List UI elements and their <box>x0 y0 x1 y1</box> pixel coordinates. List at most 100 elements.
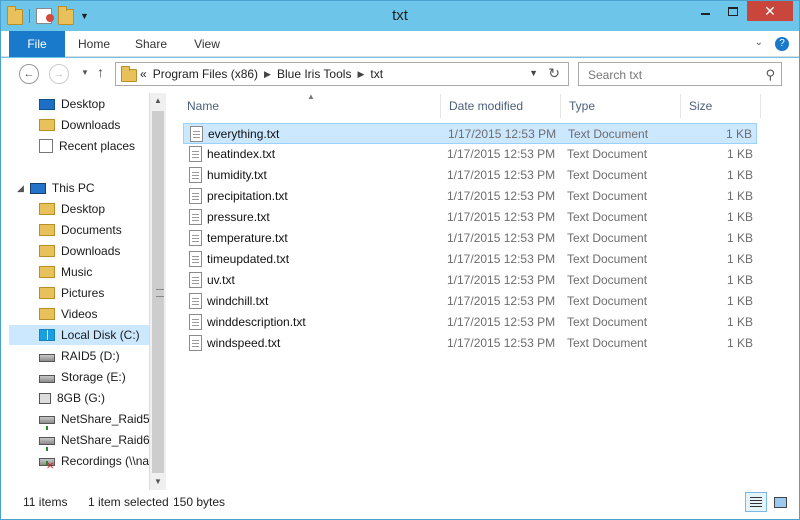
title-bar: ▼ txt ✕ <box>1 1 799 31</box>
usb-drive-icon <box>39 392 51 404</box>
text-file-icon <box>189 209 202 225</box>
sidebar-item-pc-desktop[interactable]: Desktop <box>39 199 105 219</box>
chevron-down-icon[interactable]: ◢ <box>17 183 24 194</box>
column-header-size[interactable]: Size <box>681 94 761 118</box>
file-name: timeupdated.txt <box>207 252 290 266</box>
folder-icon <box>39 203 55 215</box>
main-content: Desktop Downloads Recent places ◢ This P… <box>1 90 799 490</box>
navigation-pane-scrollbar[interactable]: ▲ ▼ <box>149 93 166 490</box>
chevron-right-icon[interactable]: ▶ <box>357 69 364 80</box>
tab-share[interactable]: Share <box>127 31 175 57</box>
file-row[interactable]: winddescription.txt 1/17/2015 12:53 PM Tex… <box>183 312 757 333</box>
windows-drive-icon <box>39 329 55 341</box>
scrollbar-grip-icon <box>156 289 164 297</box>
file-row[interactable]: uv.txt 1/17/2015 12:53 PM Text Document 1 K… <box>183 270 757 291</box>
file-size: 1 KB <box>726 252 753 266</box>
sidebar-item-label: This PC <box>51 181 95 195</box>
file-name: windchill.txt <box>207 294 269 308</box>
recent-locations-dropdown-icon[interactable]: ▼ <box>75 64 95 84</box>
sidebar-item-videos[interactable]: Videos <box>39 304 97 324</box>
tab-view[interactable]: View <box>185 31 229 57</box>
details-view-button[interactable] <box>745 492 767 512</box>
tab-home[interactable]: Home <box>71 31 117 57</box>
file-size: 1 KB <box>726 294 753 308</box>
sidebar-item-pictures[interactable]: Pictures <box>39 283 104 303</box>
minimize-button[interactable] <box>691 1 719 21</box>
sidebar-item-pc-downloads[interactable]: Downloads <box>39 241 120 261</box>
sidebar-item-storage-e[interactable]: Storage (E:) <box>39 367 126 387</box>
file-row[interactable]: humidity.txt 1/17/2015 12:53 PM Text Docum… <box>183 165 757 186</box>
scrollbar-thumb[interactable] <box>152 111 164 473</box>
file-row[interactable]: temperature.txt 1/17/2015 12:53 PM Text Do… <box>183 228 757 249</box>
chevron-down-icon[interactable]: ⌄ <box>755 37 763 51</box>
file-row[interactable]: timeupdated.txt 1/17/2015 12:53 PM Text Do… <box>183 249 757 270</box>
drive-icon <box>39 375 55 383</box>
sidebar-item-recent-places[interactable]: Recent places <box>39 136 135 156</box>
sidebar-item-documents[interactable]: Documents <box>39 220 122 240</box>
file-name: everything.txt <box>208 127 280 141</box>
breadcrumb-item[interactable]: txt <box>370 67 383 81</box>
address-bar[interactable]: « Program Files (x86) ▶ Blue Iris Tools … <box>115 62 569 86</box>
column-header-date-modified[interactable]: Date modified <box>441 94 561 118</box>
text-file-icon <box>189 314 202 330</box>
sidebar-item-label: Documents <box>61 223 122 237</box>
sidebar-item-label: Music <box>61 265 93 279</box>
large-icons-view-button[interactable] <box>769 492 791 512</box>
sidebar-item-music[interactable]: Music <box>39 262 92 282</box>
breadcrumb-item[interactable]: Blue Iris Tools <box>277 67 351 81</box>
maximize-button[interactable] <box>719 1 747 21</box>
sidebar-item-8gb-g[interactable]: 8GB (G:) <box>39 388 105 408</box>
sidebar-item-desktop[interactable]: Desktop <box>39 94 105 114</box>
file-row[interactable]: windchill.txt 1/17/2015 12:53 PM Text Docu… <box>183 291 757 312</box>
file-row[interactable]: everything.txt 1/17/2015 12:53 PM Text Doc… <box>183 123 757 144</box>
sidebar-item-local-disk-c[interactable]: Local Disk (C:) <box>9 325 149 345</box>
text-file-icon <box>189 188 202 204</box>
scroll-down-icon[interactable]: ▼ <box>150 474 166 490</box>
breadcrumb-item[interactable]: Program Files (x86) <box>153 67 258 81</box>
computer-icon <box>29 182 46 194</box>
explorer-window: ▼ txt ✕ File Home Share View ⌄ ? ← → ▼ ↑… <box>0 0 800 520</box>
search-icon[interactable]: ⚲ <box>765 67 775 83</box>
text-file-icon <box>189 230 202 246</box>
sidebar-item-netshare-raid6[interactable]: NetShare_Raid6 ( <box>39 430 149 451</box>
sidebar-item-downloads[interactable]: Downloads <box>39 115 120 135</box>
file-type: Text Document <box>567 147 648 161</box>
file-date-modified: 1/17/2015 12:53 PM <box>447 231 556 245</box>
help-icon[interactable]: ? <box>775 37 789 51</box>
chevron-right-icon[interactable]: ▶ <box>264 69 271 80</box>
breadcrumb-overflow[interactable]: « <box>140 67 147 81</box>
column-header-type[interactable]: Type <box>561 94 681 118</box>
file-row[interactable]: pressure.txt 1/17/2015 12:53 PM Text Docum… <box>183 207 757 228</box>
scroll-up-icon[interactable]: ▲ <box>150 93 166 109</box>
up-arrow-icon[interactable]: ↑ <box>97 64 104 80</box>
back-button[interactable]: ← <box>19 64 39 84</box>
folder-icon <box>121 66 137 82</box>
text-file-icon <box>189 167 202 183</box>
file-type: Text Document <box>567 252 648 266</box>
file-row[interactable]: precipitation.txt 1/17/2015 12:53 PM Text … <box>183 186 757 207</box>
refresh-icon[interactable]: ↻ <box>548 65 560 82</box>
ribbon-right-controls: ⌄ ? <box>755 37 789 51</box>
sidebar-item-label: Downloads <box>61 244 121 258</box>
search-input[interactable]: Search txt ⚲ <box>578 62 782 86</box>
folder-icon <box>39 245 55 257</box>
sidebar-item-recordings[interactable]: Recordings (\\na <box>39 451 149 471</box>
file-row[interactable]: heatindex.txt 1/17/2015 12:53 PM Text Docu… <box>183 144 757 165</box>
file-date-modified: 1/17/2015 12:53 PM <box>447 315 556 329</box>
sidebar-item-raid5-d[interactable]: RAID5 (D:) <box>39 346 120 366</box>
file-date-modified: 1/17/2015 12:53 PM <box>447 336 556 350</box>
file-name: temperature.txt <box>207 231 288 245</box>
close-button[interactable]: ✕ <box>747 1 793 21</box>
downloads-folder-icon <box>39 119 55 131</box>
file-date-modified: 1/17/2015 12:53 PM <box>447 210 556 224</box>
tab-file[interactable]: File <box>9 31 65 57</box>
sidebar-item-this-pc[interactable]: ◢ This PC <box>17 178 95 198</box>
address-history-dropdown-icon[interactable]: ▼ <box>529 68 538 78</box>
file-name: pressure.txt <box>207 210 270 224</box>
sort-ascending-icon: ▲ <box>307 92 315 101</box>
text-file-icon <box>189 251 202 267</box>
forward-button[interactable]: → <box>49 64 69 84</box>
file-row[interactable]: windspeed.txt 1/17/2015 12:53 PM Text Docu… <box>183 333 757 354</box>
sidebar-item-netshare-raid5[interactable]: NetShare_Raid5 ( <box>39 409 149 430</box>
sidebar-item-label: NetShare_Raid6 ( <box>61 433 149 447</box>
